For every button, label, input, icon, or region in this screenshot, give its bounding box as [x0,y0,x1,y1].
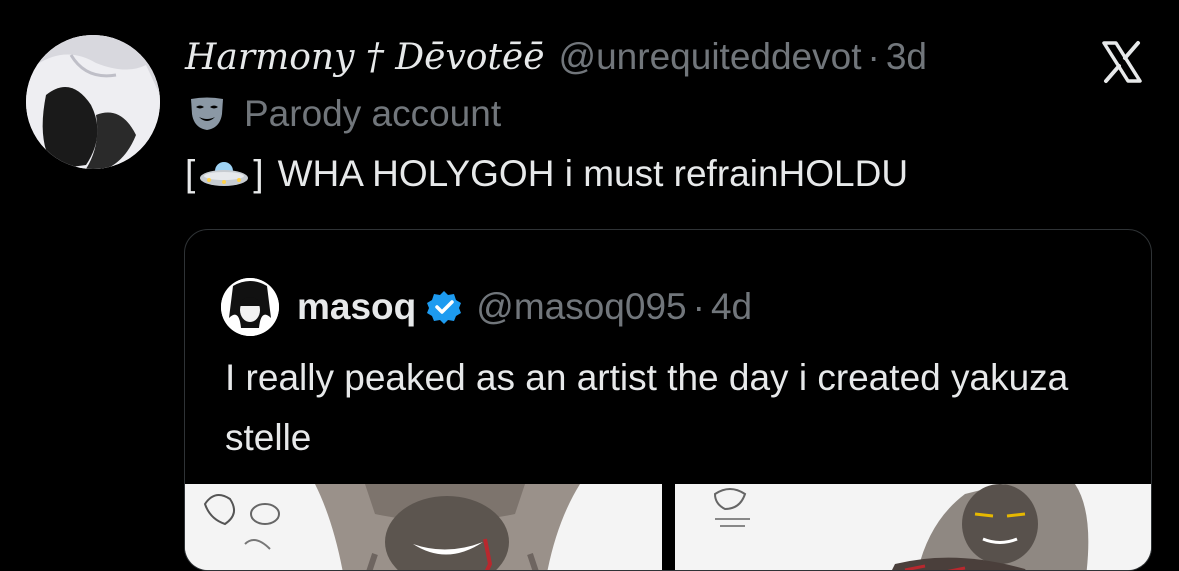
user-handle[interactable]: @unrequiteddevot [559,36,862,78]
tweet-body: WHA HOLYGOH i must refrainHOLDU [277,153,909,194]
ufo-icon [200,162,249,186]
author-avatar[interactable] [26,35,160,169]
separator-dot: · [867,36,880,77]
quote-display-name[interactable]: masoq [297,286,416,328]
quote-media-image-2[interactable] [675,484,1151,570]
bracket-close: ] [253,153,264,194]
media-image-2-art [675,484,1151,570]
quote-text: I really peaked as an artist the day i c… [225,357,1069,458]
emoji-bracket: [ ] [185,153,264,195]
quote-avatar-image [221,278,279,336]
quote-timestamp[interactable]: 4d [711,286,752,328]
parody-label: Parody account [188,93,501,135]
verified-badge-icon [427,291,462,324]
quote-handle[interactable]: @masoq095 [476,286,686,328]
mask-icon [191,97,223,130]
x-logo-icon[interactable] [1098,38,1146,86]
tweet-header: Harmony † Dēvotēē @unrequiteddevot · 3d [185,36,1059,78]
quote-avatar[interactable] [221,278,279,336]
bracket-open: [ [185,153,196,194]
timestamp[interactable]: 3d [886,36,927,78]
tweet-text: [ ] WHA HOLYGOH i must refrainHOLDU [185,153,908,195]
quote-separator-dot: · [692,286,705,327]
quote-media-image-1[interactable] [185,484,662,570]
display-name[interactable]: Harmony † Dēvotēē [185,37,545,78]
quoted-tweet[interactable]: masoq @masoq095 · 4d I really peaked as … [184,229,1152,571]
media-image-1-art [185,484,662,570]
avatar-image [26,35,160,169]
parody-label-text: Parody account [244,93,502,134]
quote-header: masoq @masoq095 · 4d [221,278,752,336]
